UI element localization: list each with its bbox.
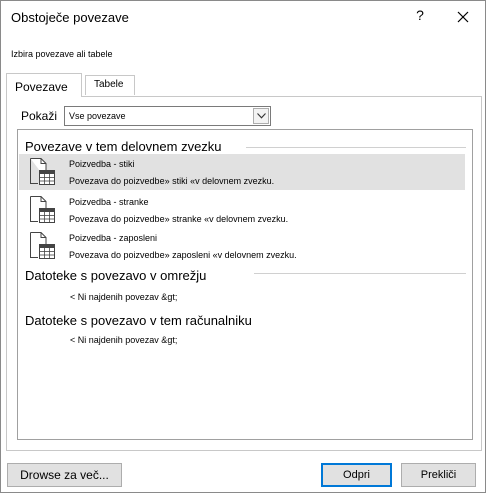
list-item[interactable]: Poizvedba - stiki Povezava do poizvedbe»… (19, 154, 465, 190)
connection-description: Povezava do poizvedbe» stiki «v delovnem… (69, 176, 275, 186)
connection-name: Poizvedba - zaposleni (69, 233, 158, 243)
group-divider (254, 273, 466, 274)
dialog-title: Obstoječe povezave (11, 10, 129, 25)
dialog-subtitle: Izbira povezave ali tabele (11, 49, 113, 59)
connection-description: Povezava do poizvedbe» zaposleni «v delo… (69, 250, 297, 260)
connection-name: Poizvedba - stiki (69, 159, 135, 169)
group-header-network: Datoteke s povezavo v omrežju (25, 268, 207, 283)
connection-description: Povezava do poizvedbe» stranke «v delovn… (69, 214, 289, 224)
connection-name: Poizvedba - stranke (69, 197, 149, 207)
empty-message: < Ni najdenih povezav &gt; (70, 335, 178, 345)
group-divider (246, 147, 466, 148)
list-item[interactable]: Poizvedba - stranke Povezava do poizvedb… (19, 192, 465, 228)
tab-connections[interactable]: Povezave (6, 73, 82, 97)
browse-button[interactable]: Drowse za več... (7, 463, 122, 487)
group-header-workbook: Povezave v tem delovnem zvezku (25, 139, 222, 154)
query-table-icon (29, 231, 57, 266)
query-table-icon (29, 195, 57, 230)
help-button[interactable]: ? (413, 7, 427, 25)
cancel-button[interactable]: Prekliči (401, 463, 476, 487)
existing-connections-dialog: Obstoječe povezave ? Izbira povezave ali… (0, 0, 486, 493)
connections-list[interactable]: Povezave v tem delovnem zvezku Poizvedba… (17, 129, 473, 440)
group-header-computer: Datoteke s povezavo v tem računalniku (25, 313, 252, 328)
tab-tables[interactable]: Tabele (85, 75, 135, 95)
close-icon[interactable] (455, 9, 471, 25)
empty-message: < Ni najdenih povezav &gt; (70, 292, 178, 302)
open-button[interactable]: Odpri (321, 463, 392, 487)
list-item[interactable]: Poizvedba - zaposleni Povezava do poizve… (19, 228, 465, 264)
query-table-icon (29, 157, 57, 192)
